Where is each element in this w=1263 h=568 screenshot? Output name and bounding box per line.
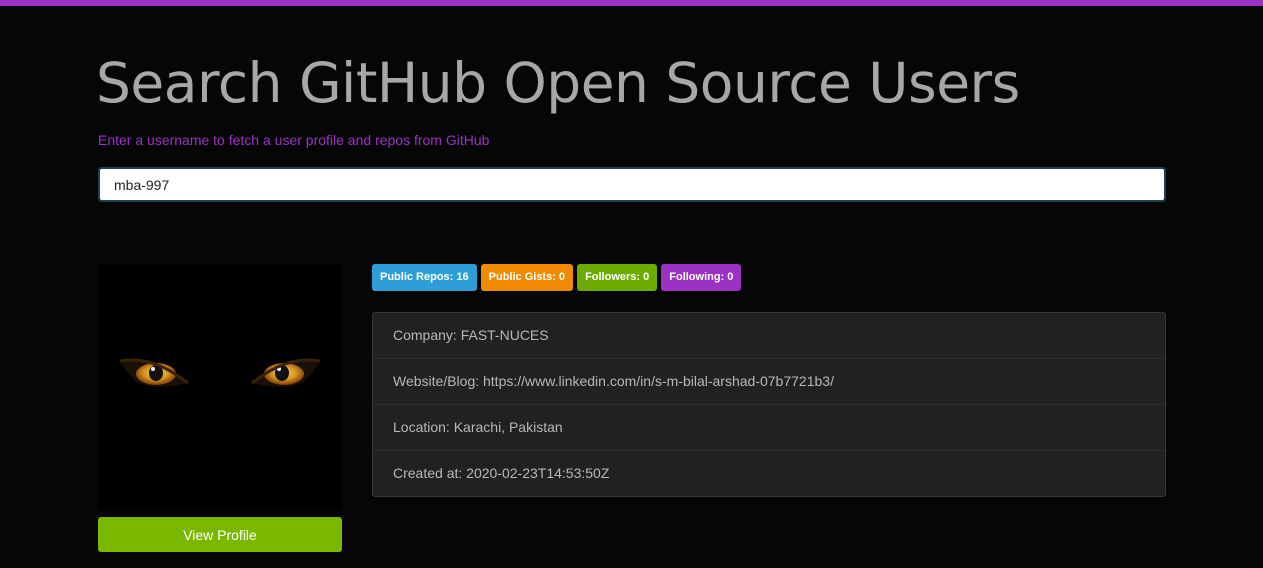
- top-accent-bar: [0, 0, 1263, 6]
- badge-following: Following: 0: [661, 264, 742, 291]
- info-website: Website/Blog: https://www.linkedin.com/i…: [373, 359, 1165, 405]
- badge-public-gists: Public Gists: 0: [480, 264, 574, 291]
- avatar: [98, 265, 342, 509]
- stats-badges: Public Repos: 16 Public Gists: 0 Followe…: [372, 264, 742, 291]
- info-created: Created at: 2020-02-23T14:53:50Z: [393, 465, 610, 481]
- user-info-list: Company: FAST-NUCES Website/Blog: https:…: [372, 312, 1166, 497]
- page-title: Search GitHub Open Source Users: [96, 51, 1020, 115]
- info-location: Location: Karachi, Pakistan: [373, 405, 1165, 451]
- search-input[interactable]: [98, 167, 1166, 202]
- badge-followers: Followers: 0: [577, 264, 658, 291]
- info-company: Company: FAST-NUCES: [373, 313, 1165, 359]
- badge-public-repos: Public Repos: 16: [372, 264, 477, 291]
- view-profile-button[interactable]: View Profile: [98, 517, 342, 552]
- cat-eyes-avatar-icon: [98, 265, 342, 509]
- page-subtitle: Enter a username to fetch a user profile…: [98, 132, 490, 148]
